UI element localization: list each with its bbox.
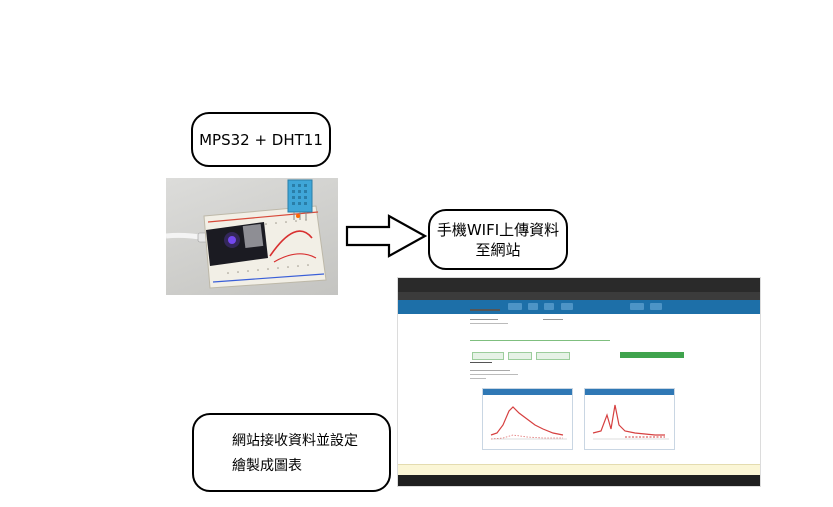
site-chart-2 (592, 404, 669, 440)
website-screenshot (398, 278, 760, 486)
breadboard-photo (166, 178, 338, 295)
browser-addressbar (398, 292, 760, 300)
site-notification-bar (398, 464, 760, 475)
site-nav-item (508, 303, 522, 310)
site-chart-card (482, 388, 573, 450)
site-chart-card (584, 388, 675, 450)
website-label-line1: 網站接收資料並設定 (232, 433, 358, 449)
site-nav-item (528, 303, 538, 310)
breadboard-illustration (166, 179, 327, 289)
site-header (398, 300, 760, 314)
upload-label-line2: 至網站 (475, 240, 521, 259)
upload-label-line1: 手機WIFI上傳資料 (436, 220, 560, 239)
site-chart-1 (490, 406, 567, 440)
website-label-box: 網站接收資料並設定 繪製成圖表 (192, 413, 391, 492)
site-nav-item (650, 303, 662, 310)
site-action-button (620, 352, 684, 358)
upload-label-box: 手機WIFI上傳資料 至網站 (428, 209, 568, 270)
site-nav-item (630, 303, 644, 310)
hardware-label: MPS32 + DHT11 (199, 130, 323, 149)
os-taskbar (398, 475, 760, 486)
site-nav-item (544, 303, 554, 310)
browser-tabbar (398, 278, 760, 292)
flow-arrow-icon (345, 214, 428, 258)
website-label-line2: 繪製成圖表 (232, 458, 302, 474)
hardware-label-box: MPS32 + DHT11 (191, 112, 331, 167)
site-nav-item (561, 303, 573, 310)
